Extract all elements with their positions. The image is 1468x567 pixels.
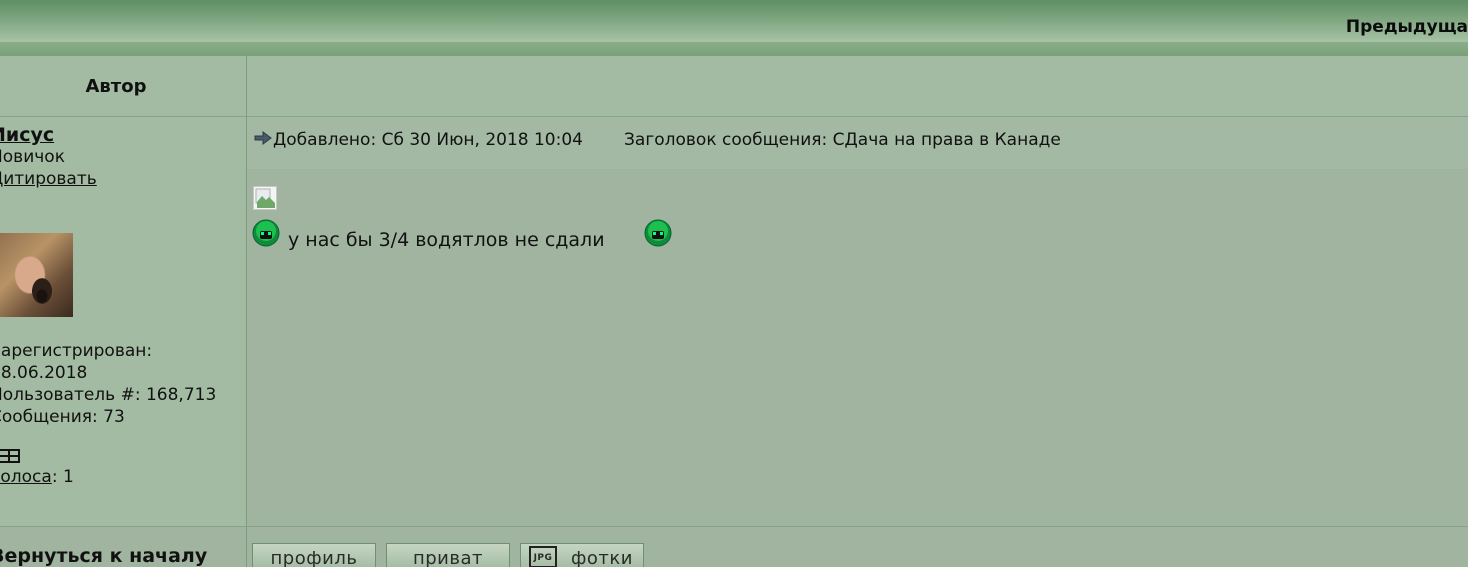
author-header-label: Автор <box>85 76 147 97</box>
nav-strip <box>0 42 1468 56</box>
grid-icon <box>0 449 20 463</box>
previous-topic-link[interactable]: Предыдуща <box>1346 17 1468 37</box>
votes-link[interactable]: Голоса <box>0 467 52 487</box>
post-header-divider <box>247 169 1468 170</box>
message-column-header <box>247 56 1468 117</box>
registered-date: 28.06.2018 <box>0 363 88 383</box>
posts-label: Сообщения: <box>0 407 98 427</box>
quote-link[interactable]: Цитировать <box>0 169 97 189</box>
back-to-top-link[interactable]: Вернуться к началу <box>0 545 207 567</box>
photos-button[interactable]: фотки JPG <box>520 543 644 567</box>
column-divider <box>246 56 247 567</box>
row-divider <box>0 116 1468 117</box>
registered-label: Зарегистрирован: <box>0 341 153 361</box>
forum-page: Предыдуща Автор Иисус Новичок Цитировать… <box>0 0 1468 567</box>
user-number: Пользователь #: 168,713 <box>0 385 216 405</box>
user-number-value: 168,713 <box>145 385 217 405</box>
avatar <box>0 233 73 317</box>
author-name-link[interactable]: Иисус <box>0 124 54 146</box>
author-rank: Новичок <box>0 147 65 167</box>
user-number-label: Пользователь #: <box>0 385 141 405</box>
jpg-icon: JPG <box>529 546 557 567</box>
post-added-date: Добавлено: Сб 30 Июн, 2018 10:04 <box>273 130 583 150</box>
green-smiley-icon <box>644 219 672 247</box>
post-arrow-icon <box>254 131 272 145</box>
photos-label: фотки <box>571 548 633 567</box>
votes-value: : 1 <box>51 467 74 487</box>
post-body-text: у нас бы 3/4 водятлов не сдали <box>288 229 605 251</box>
posts-count: Сообщения: 73 <box>0 407 125 427</box>
profile-button[interactable]: профиль <box>252 543 376 567</box>
post-cell <box>247 117 1468 527</box>
green-smiley-icon <box>252 219 280 247</box>
row-divider <box>0 526 1468 527</box>
broken-image-icon <box>253 186 277 210</box>
private-message-button[interactable]: приват <box>386 543 510 567</box>
post-subject: Заголовок сообщения: СДача на права в Ка… <box>624 130 1061 150</box>
top-nav-bar: Предыдуща <box>0 0 1468 42</box>
votes: Голоса: 1 <box>0 467 74 487</box>
posts-value: 73 <box>103 407 125 427</box>
